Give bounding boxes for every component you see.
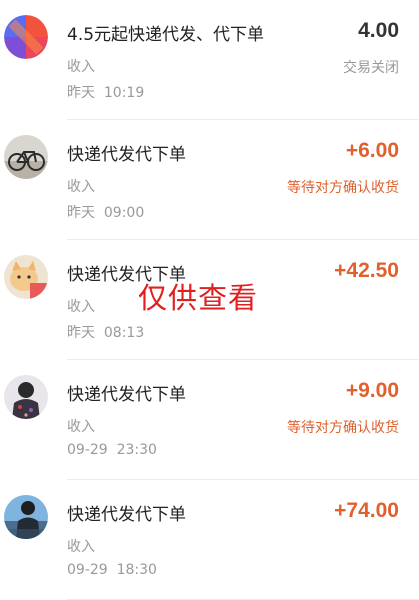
- transaction-amount: +9.00: [345, 379, 399, 402]
- transaction-title: 4.5元起快递代发、代下单: [67, 25, 265, 45]
- transaction-type: 收入: [67, 539, 95, 555]
- transaction-status: 等待对方确认收货: [287, 180, 399, 196]
- transaction-row[interactable]: 快递代发代下单 收入 昨天 09:00 +6.00 等待对方确认收货: [0, 120, 419, 240]
- cat-photo-avatar: [4, 255, 48, 299]
- transaction-title: 快递代发代下单: [67, 505, 186, 525]
- transaction-type: 收入: [67, 59, 95, 75]
- transaction-type: 收入: [67, 419, 95, 435]
- transaction-title: 快递代发代下单: [67, 265, 186, 285]
- transaction-title: 快递代发代下单: [67, 145, 186, 165]
- person-photo-avatar: [4, 375, 48, 419]
- transaction-time: 昨天 09:00: [67, 205, 145, 221]
- transaction-row[interactable]: 快递代发代下单 收入 09-29 18:30 +74.00: [0, 480, 419, 600]
- transaction-amount: +42.50: [334, 259, 399, 282]
- transaction-list: 4.5元起快递代发、代下单 收入 昨天 10:19 4.00 交易关闭 快递代发…: [0, 0, 419, 600]
- transaction-status: 交易关闭: [343, 60, 399, 76]
- transaction-row[interactable]: 快递代发代下单 收入 09-29 23:30 +9.00 等待对方确认收货: [0, 360, 419, 480]
- transaction-status: 等待对方确认收货: [287, 420, 399, 436]
- colorful-logo-avatar: [4, 15, 48, 59]
- transaction-row[interactable]: 快递代发代下单 收入 昨天 08:13 +42.50: [0, 240, 419, 360]
- transaction-amount: +6.00: [345, 139, 399, 162]
- transaction-amount: +74.00: [334, 499, 399, 522]
- transaction-time: 昨天 08:13: [67, 325, 145, 341]
- transaction-title: 快递代发代下单: [67, 385, 186, 405]
- transaction-type: 收入: [67, 299, 95, 315]
- landscape-person-avatar: [4, 495, 48, 539]
- transaction-row[interactable]: 4.5元起快递代发、代下单 收入 昨天 10:19 4.00 交易关闭: [0, 0, 419, 120]
- transaction-time: 09-29 18:30: [67, 562, 157, 578]
- bicycle-photo-avatar: [4, 135, 48, 179]
- transaction-time: 昨天 10:19: [67, 85, 145, 101]
- transaction-amount: 4.00: [358, 19, 399, 42]
- transaction-time: 09-29 23:30: [67, 442, 157, 458]
- transaction-type: 收入: [67, 179, 95, 195]
